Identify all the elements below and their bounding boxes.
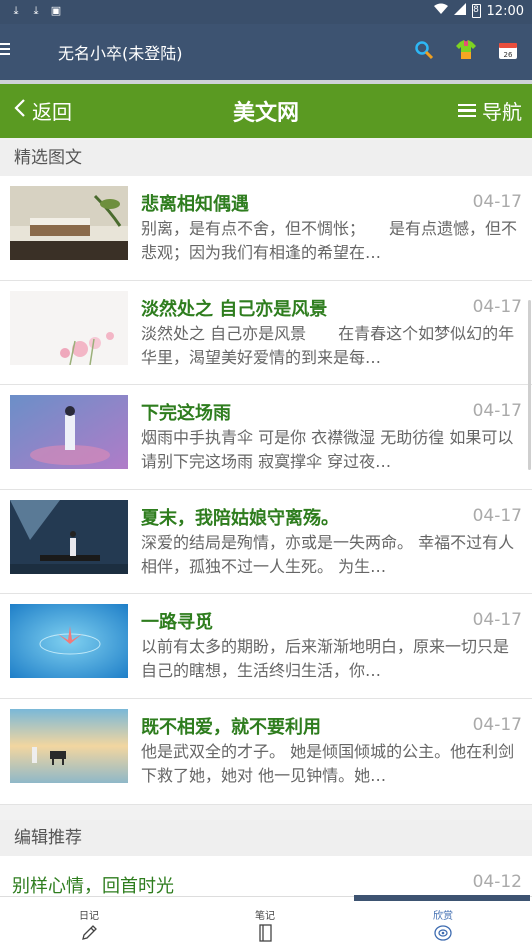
wifi-icon <box>433 3 448 19</box>
list-item[interactable]: 一路寻觅 04-17 以前有太多的期盼，后来渐渐地明白，原来一切只是自己的瞎想，… <box>0 594 532 699</box>
list-item[interactable]: 悲离相知偶遇 04-17 别离，是有点不舍，但不惆怅； 是有点遗憾，但不悲观；因… <box>0 176 532 281</box>
scrollbar[interactable] <box>528 300 531 470</box>
notebook-icon <box>176 924 354 945</box>
section-header-featured: 精选图文 <box>0 140 532 176</box>
article-title: 既不相爱，就不要利用 <box>141 716 321 738</box>
recommended-date: 04-12 <box>472 872 522 892</box>
article-date: 04-17 <box>472 714 522 735</box>
pencil-icon <box>0 924 178 945</box>
article-list: 悲离相知偶遇 04-17 别离，是有点不舍，但不惆怅； 是有点遗憾，但不悲观；因… <box>0 176 532 805</box>
article-date: 04-17 <box>472 296 522 317</box>
nav-bar: 返回 美文网 导航 <box>0 84 532 138</box>
download-icon: ⤓ <box>33 4 39 17</box>
article-title: 一路寻觅 <box>141 612 213 634</box>
article-title: 淡然处之 自己亦是风景 <box>141 298 328 320</box>
search-icon[interactable] <box>412 38 436 62</box>
section-header-recommended: 编辑推荐 <box>0 820 532 856</box>
article-date: 04-17 <box>472 505 522 526</box>
tab-appreciate[interactable]: 欣赏 <box>354 907 532 945</box>
article-thumbnail <box>10 604 128 679</box>
article-title: 悲离相知偶遇 <box>141 194 249 215</box>
article-thumbnail <box>10 290 128 365</box>
article-summary: 深爱的结局是殉情，亦或是一失两命。 幸福不过有人相伴，孤独不过一人生死。 为生… <box>141 532 515 576</box>
tab-notes[interactable]: 笔记 <box>176 907 354 945</box>
guide-button[interactable]: 导航 <box>458 96 522 125</box>
shirt-icon[interactable] <box>454 38 478 62</box>
article-thumbnail <box>10 499 128 574</box>
active-tab-indicator <box>354 895 530 901</box>
app-bar: 无名小卒(未登陆) 26 <box>0 24 532 80</box>
article-summary: 以前有太多的期盼，后来渐渐地明白，原来一切只是自己的瞎想，生活终归生活，你… <box>141 637 510 681</box>
eye-icon <box>354 924 532 945</box>
status-time: 12:00 <box>486 3 524 19</box>
article-thumbnail <box>10 395 128 470</box>
back-button[interactable]: 返回 <box>14 96 72 125</box>
article-date: 04-17 <box>472 401 522 422</box>
site-title: 美文网 <box>232 101 299 126</box>
article-summary: 淡然处之 自己亦是风景 在青春这个如梦似幻的年华里，渴望美好爱情的到来是每… <box>141 323 515 367</box>
list-item[interactable]: 淡然处之 自己亦是风景 04-17 淡然处之 自己亦是风景 在青春这个如梦似幻的… <box>0 280 532 386</box>
list-icon <box>458 101 476 121</box>
download-icon: ⤓ <box>13 4 19 17</box>
svg-text:26: 26 <box>504 51 513 59</box>
status-bar: ⤓ ⤓ ▣ 8 12:00 <box>0 0 532 24</box>
list-item[interactable]: 下完这场雨 04-17 烟雨中手执青伞 可是你 衣襟微湿 无助彷徨 如果可以 请… <box>0 385 532 490</box>
battery-icon: 8 <box>471 4 481 18</box>
guide-label: 导航 <box>482 100 522 124</box>
signal-icon <box>453 3 466 19</box>
article-date: 04-17 <box>472 610 522 631</box>
recommended-title: 别样心情，回首时光 <box>12 876 174 897</box>
calendar-icon[interactable]: 26 <box>496 38 520 62</box>
tab-label: 笔记 <box>255 911 275 922</box>
chevron-left-icon <box>14 98 26 123</box>
article-title: 下完这场雨 <box>141 403 231 425</box>
article-summary: 别离，是有点不舍，但不惆怅； 是有点遗憾，但不悲观；因为我们有相逢的希望在… <box>141 219 518 262</box>
notification-icon: ▣ <box>50 4 62 17</box>
article-summary: 他是武双全的才子。 她是倾国倾城的公主。他在利剑下救了她，她对 他一见钟情。她… <box>141 741 515 785</box>
list-item[interactable]: 既不相爱，就不要利用 04-17 他是武双全的才子。 她是倾国倾城的公主。他在利… <box>0 698 532 805</box>
app-title: 无名小卒(未登陆) <box>58 44 183 63</box>
menu-icon[interactable] <box>0 40 14 58</box>
article-date: 04-17 <box>472 192 522 212</box>
tab-label: 欣赏 <box>433 911 453 922</box>
article-thumbnail <box>10 186 128 260</box>
article-title: 夏末，我陪姑娘守离殇。 <box>141 507 339 529</box>
list-item[interactable]: 夏末，我陪姑娘守离殇。 04-17 深爱的结局是殉情，亦或是一失两命。 幸福不过… <box>0 489 532 595</box>
article-summary: 烟雨中手执青伞 可是你 衣襟微湿 无助彷徨 如果可以 请别下完这场雨 寂寞撑伞 … <box>141 428 514 472</box>
bottom-tab-bar: 日记 笔记 欣赏 <box>0 895 532 946</box>
tab-diary[interactable]: 日记 <box>0 907 178 945</box>
recommended-item[interactable]: 别样心情，回首时光 04-12 <box>0 856 532 897</box>
article-thumbnail <box>10 708 128 783</box>
tab-label: 日记 <box>79 911 99 922</box>
back-label: 返回 <box>32 100 72 124</box>
